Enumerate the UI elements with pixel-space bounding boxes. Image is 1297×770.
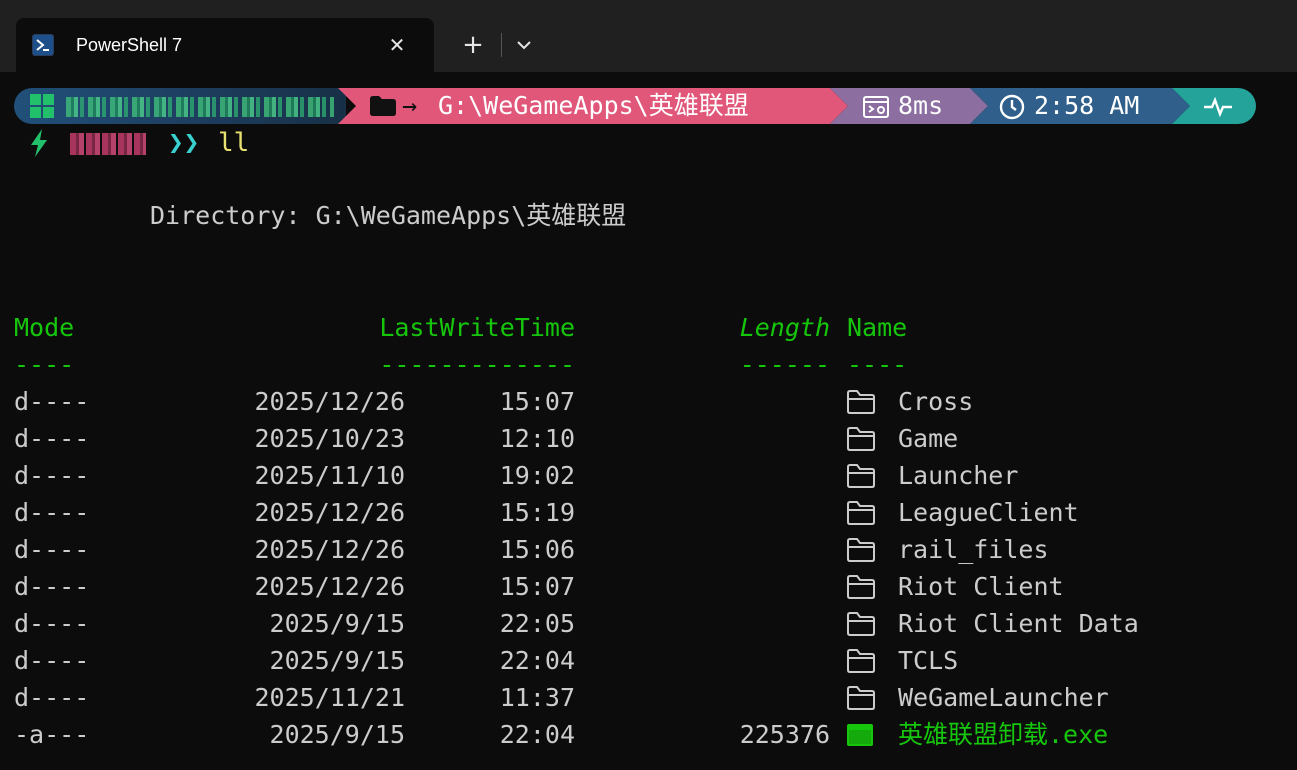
cell-time: 15:19 xyxy=(499,498,575,527)
folder-icon xyxy=(847,686,875,710)
cell-name: WeGameLauncher xyxy=(898,683,1109,712)
cell-mode: d---- xyxy=(14,461,90,490)
directory-line: Directory: G:\WeGameApps\英雄联盟 xyxy=(150,201,627,230)
cell-name: Riot Client xyxy=(898,572,1064,601)
underline-mode: ---- xyxy=(14,350,75,379)
prompt-chevrons: ❯❯ xyxy=(168,128,200,158)
cell-time: 22:04 xyxy=(499,646,575,675)
cell-mode: d---- xyxy=(14,572,90,601)
prompt-segment-path: → G:\WeGameApps\英雄联盟 xyxy=(338,88,848,124)
cell-time: 12:10 xyxy=(499,424,575,453)
cell-time: 15:07 xyxy=(499,572,575,601)
command-text: ll xyxy=(218,128,250,158)
cell-date: 2025/12/26 xyxy=(254,498,405,527)
hostname-redacted xyxy=(66,97,334,117)
underline-length: ------ xyxy=(739,350,830,379)
cell-mode: d---- xyxy=(14,535,90,564)
cell-time: 22:05 xyxy=(499,609,575,638)
cell-name: Game xyxy=(898,424,959,453)
cell-date: 2025/12/26 xyxy=(254,572,405,601)
lightning-icon xyxy=(31,129,47,157)
cell-date: 2025/12/26 xyxy=(254,535,405,564)
windows-icon xyxy=(30,94,54,118)
prompt-segment-time: 2:58 AM xyxy=(970,88,1190,124)
cell-name: Riot Client Data xyxy=(898,609,1139,638)
folder-icon xyxy=(847,501,875,525)
cell-name: TCLS xyxy=(898,646,959,675)
cell-date: 2025/9/15 xyxy=(269,720,405,749)
cell-date: 2025/11/21 xyxy=(254,683,405,712)
folder-icon xyxy=(847,649,875,673)
cell-mode: d---- xyxy=(14,683,90,712)
folder-icon xyxy=(847,464,875,488)
cell-name: Launcher xyxy=(898,461,1019,490)
folder-icon xyxy=(847,575,875,599)
folder-icon xyxy=(847,390,875,414)
folder-icon xyxy=(847,427,875,451)
command-line: ❯❯ ll xyxy=(26,126,326,160)
username-redacted xyxy=(70,133,146,155)
cell-mode: d---- xyxy=(14,387,90,416)
cell-name: Cross xyxy=(898,387,974,416)
cell-time: 15:07 xyxy=(499,387,575,416)
folder-icon xyxy=(847,538,875,562)
cell-length: 225376 xyxy=(739,720,830,749)
header-length: Length xyxy=(739,313,830,342)
cell-mode: d---- xyxy=(14,498,90,527)
prompt-bar: → G:\WeGameApps\英雄联盟 8ms 2:58 AM xyxy=(0,86,1297,126)
cell-mode: -a--- xyxy=(14,720,90,749)
cell-time: 11:37 xyxy=(499,683,575,712)
tab-title: PowerShell 7 xyxy=(76,35,183,55)
prompt-segment-duration: 8ms xyxy=(830,88,988,124)
header-mode: Mode xyxy=(14,313,75,342)
tab-divider xyxy=(501,33,502,57)
folder-icon xyxy=(847,612,875,636)
new-tab-button[interactable]: + xyxy=(458,30,488,60)
prompt-path: G:\WeGameApps\英雄联盟 xyxy=(438,91,749,120)
underline-lastwritetime: ------------- xyxy=(379,350,575,379)
cell-date: 2025/11/10 xyxy=(254,461,405,490)
folder-icon xyxy=(370,96,396,116)
cell-mode: d---- xyxy=(14,609,90,638)
clock-icon xyxy=(999,94,1025,120)
prompt-segment-host xyxy=(14,88,346,124)
underline-name: ---- xyxy=(847,350,908,379)
header-name: Name xyxy=(847,313,908,342)
chevron-down-icon[interactable] xyxy=(512,34,536,56)
powershell-icon xyxy=(32,34,54,56)
pulse-icon xyxy=(1204,97,1232,117)
path-arrow: → xyxy=(402,91,418,120)
duration-value: 8ms xyxy=(898,91,944,120)
title-bar: PowerShell 7 ✕ + xyxy=(0,0,1297,72)
cell-date: 2025/9/15 xyxy=(269,609,405,638)
application-icon xyxy=(847,724,873,746)
cell-mode: d---- xyxy=(14,424,90,453)
plus-icon: + xyxy=(462,30,484,60)
time-value: 2:58 AM xyxy=(1034,91,1140,120)
cell-name: LeagueClient xyxy=(898,498,1079,527)
cell-mode: d---- xyxy=(14,646,90,675)
cell-date: 2025/10/23 xyxy=(254,424,405,453)
cell-time: 19:02 xyxy=(499,461,575,490)
close-icon[interactable]: ✕ xyxy=(384,32,410,58)
cell-time: 15:06 xyxy=(499,535,575,564)
cell-name: 英雄联盟卸载.exe xyxy=(898,720,1109,749)
tab-powershell[interactable]: PowerShell 7 ✕ xyxy=(16,18,434,72)
header-lastwritetime: LastWriteTime xyxy=(379,313,575,342)
cell-date: 2025/9/15 xyxy=(269,646,405,675)
cell-name: rail_files xyxy=(898,535,1049,564)
cell-time: 22:04 xyxy=(499,720,575,749)
cell-date: 2025/12/26 xyxy=(254,387,405,416)
execution-time-icon xyxy=(863,96,889,118)
